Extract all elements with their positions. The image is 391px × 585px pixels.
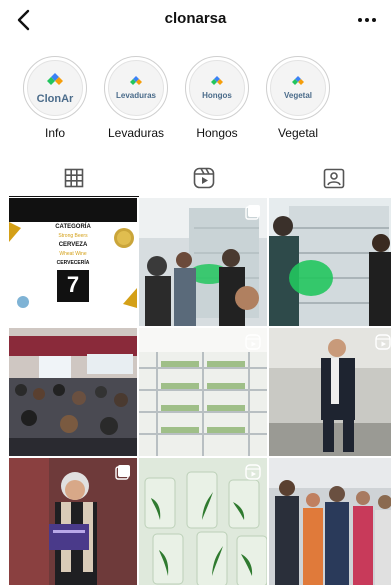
highlight-cover-text: Levaduras bbox=[115, 91, 157, 100]
tab-posts[interactable] bbox=[9, 160, 139, 197]
highlight-info[interactable]: ClonAr Info bbox=[20, 56, 90, 140]
post-thumbnail bbox=[269, 328, 391, 456]
highlight-cover: Hongos bbox=[185, 56, 249, 120]
post-thumbnail bbox=[269, 198, 391, 326]
post-thumbnail bbox=[269, 458, 391, 585]
post-caption-category: CATEGORÍA bbox=[55, 224, 91, 230]
carousel-icon bbox=[115, 464, 131, 480]
post-caption-section: CERVEZA bbox=[58, 242, 88, 248]
highlight-label: Levaduras bbox=[107, 126, 165, 140]
highlight-cover-text: Vegetal bbox=[283, 91, 312, 100]
tab-tagged[interactable] bbox=[269, 160, 391, 196]
highlight-label: Hongos bbox=[196, 126, 238, 140]
highlight-vegetal[interactable]: Vegetal Vegetal bbox=[263, 56, 333, 140]
highlight-levaduras[interactable]: Levaduras Levaduras bbox=[101, 56, 171, 140]
reels-icon bbox=[193, 167, 215, 189]
highlight-cover: Vegetal bbox=[266, 56, 330, 120]
clonar-logo-icon bbox=[292, 76, 304, 85]
highlight-label: Info bbox=[44, 126, 65, 140]
highlight-hongos[interactable]: Hongos Hongos bbox=[182, 56, 252, 140]
reel-icon bbox=[245, 334, 261, 350]
post-caption-subcategory: Strong Beers bbox=[58, 233, 88, 239]
post-tile[interactable] bbox=[269, 458, 391, 585]
profile-username: clonarsa bbox=[164, 10, 227, 27]
post-tile[interactable]: CATEGORÍA Strong Beers CERVEZA Wheat Win… bbox=[9, 198, 137, 326]
highlight-cover: Levaduras bbox=[104, 56, 168, 120]
clonar-logo-icon bbox=[211, 76, 223, 85]
post-caption-number: 7 bbox=[66, 272, 80, 297]
tagged-icon bbox=[323, 168, 345, 189]
post-tile[interactable] bbox=[139, 328, 267, 456]
clonar-logo-icon bbox=[47, 72, 63, 85]
post-tile[interactable] bbox=[139, 458, 267, 585]
carousel-icon bbox=[245, 204, 261, 220]
grid-icon bbox=[64, 168, 84, 188]
post-tile[interactable] bbox=[139, 198, 267, 326]
post-caption-item: Wheat Wine bbox=[59, 251, 87, 257]
highlight-label: Vegetal bbox=[277, 126, 319, 140]
profile-tabs bbox=[0, 160, 391, 197]
post-caption-footer: CERVECERÍA bbox=[56, 260, 90, 266]
post-tile[interactable] bbox=[9, 458, 137, 585]
post-tile[interactable] bbox=[9, 328, 137, 456]
reel-icon bbox=[375, 334, 391, 350]
clonar-logo-icon bbox=[130, 76, 142, 85]
highlight-cover-text: ClonAr bbox=[36, 92, 74, 105]
highlight-cover-text: Hongos bbox=[202, 91, 232, 100]
top-bar: clonarsa bbox=[0, 0, 391, 40]
highlight-cover: ClonAr bbox=[23, 56, 87, 120]
story-highlights: ClonAr Info Levaduras Levaduras Hongos H… bbox=[0, 56, 391, 142]
post-thumbnail bbox=[9, 328, 137, 456]
post-tile[interactable] bbox=[269, 198, 391, 326]
post-tile[interactable] bbox=[269, 328, 391, 456]
reel-icon bbox=[245, 464, 261, 480]
posts-grid: CATEGORÍA Strong Beers CERVEZA Wheat Win… bbox=[9, 198, 391, 585]
more-options-icon[interactable] bbox=[355, 6, 379, 34]
tab-reels[interactable] bbox=[139, 160, 269, 196]
